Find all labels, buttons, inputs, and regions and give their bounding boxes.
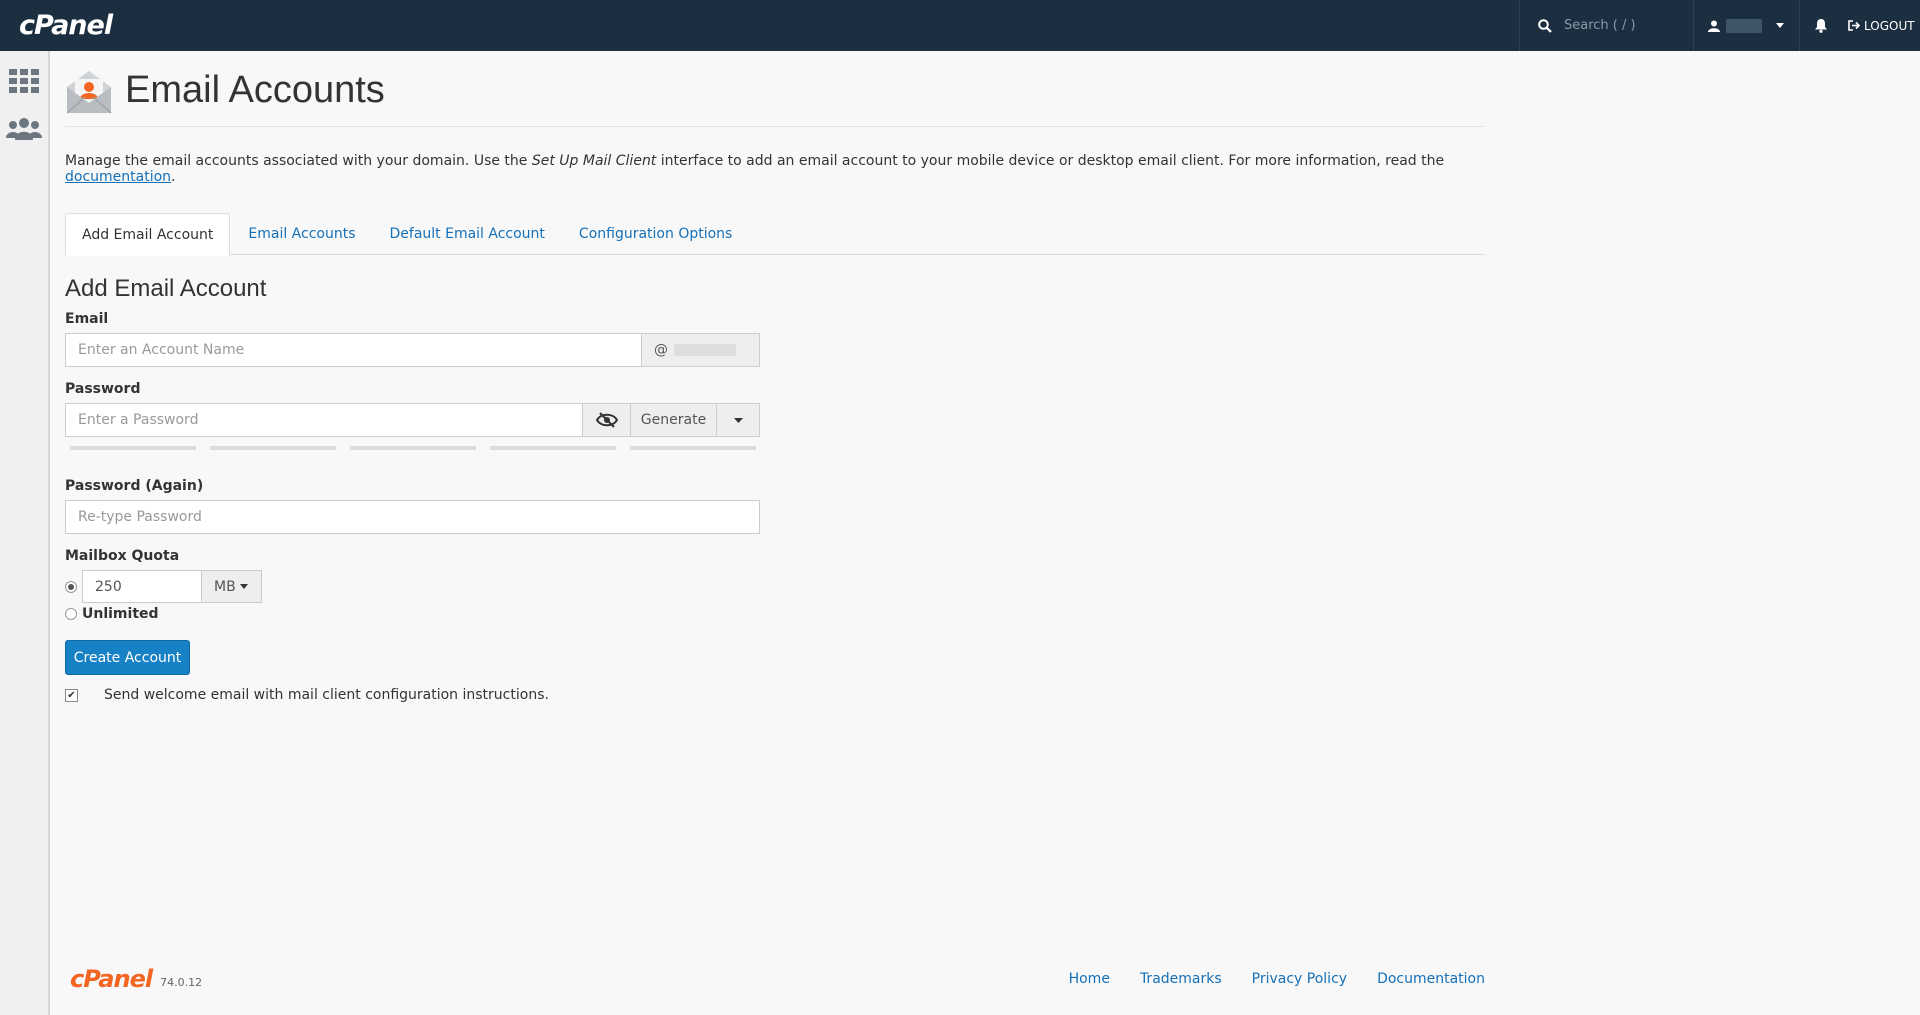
caret-down-icon	[1776, 23, 1784, 28]
sidebar-item-tools[interactable]	[0, 57, 48, 105]
mailbox-quota-label: Mailbox Quota	[65, 548, 180, 564]
strength-segment	[490, 446, 616, 450]
welcome-email-label: Send welcome email with mail client conf…	[104, 687, 549, 703]
tab-add-email-account[interactable]: Add Email Account	[65, 213, 231, 256]
strength-segment	[70, 446, 196, 450]
footer-link-documentation[interactable]: Documentation	[1377, 971, 1485, 987]
domain-select[interactable]: @	[642, 333, 760, 367]
unlimited-label: Unlimited	[82, 606, 159, 622]
domain-at: @	[654, 342, 668, 358]
logout-icon	[1848, 20, 1860, 31]
user-menu[interactable]	[1693, 0, 1800, 51]
logout-label: LOGOUT	[1864, 18, 1915, 33]
welcome-email-checkbox[interactable]: ✔	[65, 688, 78, 702]
generate-password-button[interactable]: Generate	[631, 403, 717, 437]
password-row: Enter a Password Generate	[65, 403, 1485, 437]
footer-brand: cPanel 74.0.12	[70, 965, 202, 993]
quota-unit-dropdown[interactable]: MB	[202, 570, 262, 603]
eye-slash-icon	[595, 412, 618, 428]
password-again-label: Password (Again)	[65, 478, 204, 494]
password-input[interactable]: Enter a Password	[65, 403, 583, 437]
sidebar-item-users[interactable]	[0, 105, 48, 153]
create-account-button[interactable]: Create Account	[65, 640, 190, 675]
grid-icon	[9, 69, 39, 93]
tab-bar: Add Email Account Email Accounts Default…	[65, 213, 1485, 256]
caret-down-icon	[239, 584, 248, 589]
intro-text-middle: interface to add an email account to you…	[656, 153, 1445, 169]
username-redacted	[1726, 18, 1762, 33]
email-envelope-icon	[66, 70, 112, 114]
password-again-input[interactable]: Re-type Password	[65, 500, 760, 534]
password-strength-meter	[65, 446, 1485, 450]
user-icon	[1708, 20, 1720, 32]
footer-links: Home Trademarks Privacy Policy Documenta…	[1069, 971, 1485, 987]
quota-unit: MB	[214, 578, 236, 595]
notifications-button[interactable]	[1800, 0, 1842, 51]
cpanel-logo[interactable]: cPanel	[19, 10, 113, 41]
password-label: Password	[65, 381, 141, 397]
strength-segment	[350, 446, 476, 450]
sidebar	[0, 51, 50, 1015]
quota-unlimited-row: Unlimited	[65, 606, 1485, 622]
page-title: Email Accounts	[125, 69, 385, 111]
password-again-row: Re-type Password	[65, 500, 1485, 534]
documentation-link[interactable]: documentation	[65, 169, 171, 185]
tab-configuration-options[interactable]: Configuration Options	[563, 213, 748, 255]
section-title: Add Email Account	[65, 275, 267, 302]
footer-link-trademarks[interactable]: Trademarks	[1140, 971, 1222, 987]
version-text: 74.0.12	[160, 976, 203, 989]
tab-default-email-account[interactable]: Default Email Account	[374, 213, 561, 255]
users-icon	[6, 118, 42, 140]
email-label: Email	[65, 311, 109, 327]
logout-button[interactable]: LOGOUT	[1842, 0, 1920, 51]
footer-link-home[interactable]: Home	[1069, 971, 1110, 987]
footer: cPanel 74.0.12 Home Trademarks Privacy P…	[70, 965, 1485, 993]
strength-segment	[210, 446, 336, 450]
email-row: Enter an Account Name @	[65, 333, 1485, 367]
quota-unlimited-radio[interactable]	[65, 608, 77, 620]
bell-icon	[1815, 19, 1827, 33]
top-navbar: cPanel Search ( / ) LOGOUT	[0, 0, 1920, 51]
generate-options-dropdown[interactable]	[717, 403, 760, 437]
toggle-password-visibility-button[interactable]	[583, 403, 631, 437]
strength-segment	[630, 446, 756, 450]
footer-cpanel-logo: cPanel	[70, 965, 153, 993]
tab-email-accounts[interactable]: Email Accounts	[232, 213, 371, 255]
page-description: Manage the email accounts associated wit…	[65, 153, 1485, 185]
search-box[interactable]: Search ( / )	[1519, 0, 1693, 51]
email-account-input[interactable]: Enter an Account Name	[65, 333, 642, 367]
search-icon	[1538, 18, 1552, 33]
search-placeholder: Search ( / )	[1564, 18, 1636, 33]
caret-down-icon	[733, 417, 743, 423]
intro-italic: Set Up Mail Client	[531, 153, 657, 169]
quota-input[interactable]: 250	[82, 570, 202, 603]
quota-limited-row: 250 MB	[65, 570, 1485, 603]
intro-text: Manage the email accounts associated wit…	[65, 153, 532, 169]
footer-link-privacy-policy[interactable]: Privacy Policy	[1252, 971, 1347, 987]
quota-limited-radio[interactable]	[65, 580, 77, 593]
main-content: Email Accounts Manage the email accounts…	[65, 51, 1485, 703]
page-header: Email Accounts	[65, 61, 1485, 127]
intro-end: .	[171, 169, 176, 185]
domain-redacted	[674, 344, 736, 356]
welcome-email-row: ✔ Send welcome email with mail client co…	[65, 687, 1485, 703]
